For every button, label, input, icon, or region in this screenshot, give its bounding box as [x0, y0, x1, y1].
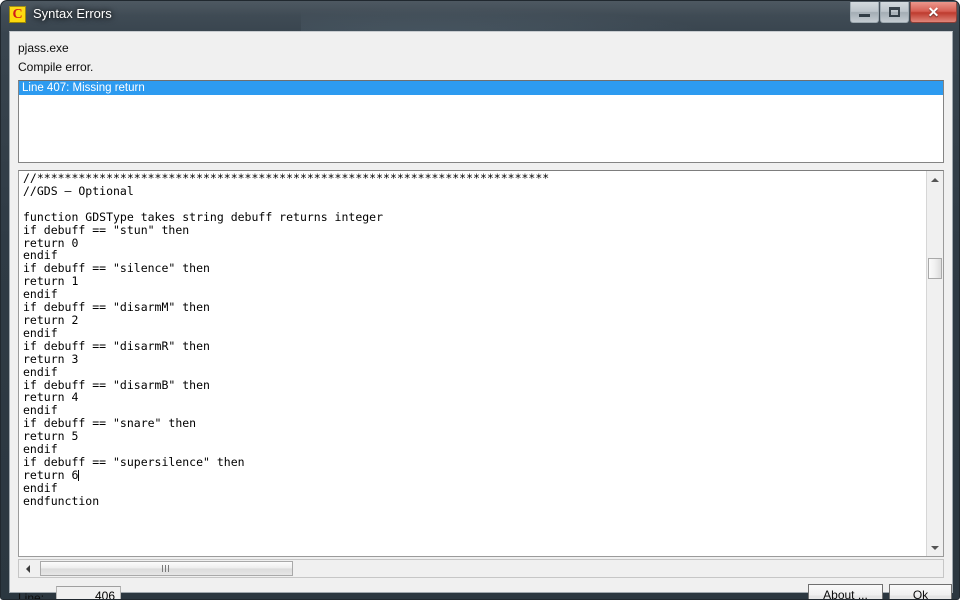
- about-button[interactable]: About ...: [808, 584, 883, 599]
- list-item[interactable]: Line 407: Missing return: [19, 81, 943, 95]
- text-caret: [78, 469, 80, 481]
- c-compiler-icon: C: [9, 6, 26, 23]
- window-controls: ✕: [849, 2, 957, 24]
- program-name-label: pjass.exe: [18, 41, 69, 55]
- dialog-footer: Line: About ... Ok: [10, 555, 952, 599]
- code-text: //**************************************…: [23, 172, 549, 508]
- source-code-view[interactable]: //**************************************…: [18, 170, 944, 557]
- error-list[interactable]: Line 407: Missing return: [18, 80, 944, 163]
- syntax-errors-window: C Syntax Errors ✕ pjass.exe Compile erro…: [0, 0, 960, 600]
- close-icon: ✕: [927, 4, 940, 20]
- minimize-icon: [859, 13, 870, 17]
- scroll-down-icon: [931, 545, 939, 550]
- dialog-client-area: pjass.exe Compile error. Line 407: Missi…: [9, 31, 953, 599]
- code-text-after-caret: endif endfunction: [23, 480, 100, 508]
- line-label: Line:: [18, 591, 45, 600]
- minimize-button[interactable]: [850, 2, 879, 23]
- scroll-up-icon: [931, 177, 939, 182]
- vertical-scrollbar[interactable]: [926, 171, 943, 556]
- close-button[interactable]: ✕: [910, 2, 957, 23]
- ok-button[interactable]: Ok: [889, 584, 952, 599]
- compile-status-label: Compile error.: [18, 60, 94, 74]
- line-number-input[interactable]: [56, 586, 121, 599]
- title-bar[interactable]: C Syntax Errors ✕: [1, 1, 959, 31]
- vertical-scrollbar-thumb[interactable]: [928, 258, 942, 279]
- scroll-down-button[interactable]: [927, 539, 943, 556]
- restore-icon: [889, 7, 900, 17]
- scroll-up-button[interactable]: [927, 171, 943, 188]
- code-text-before-caret: //**************************************…: [23, 171, 550, 482]
- maximize-button[interactable]: [880, 2, 909, 23]
- window-title: Syntax Errors: [33, 6, 112, 21]
